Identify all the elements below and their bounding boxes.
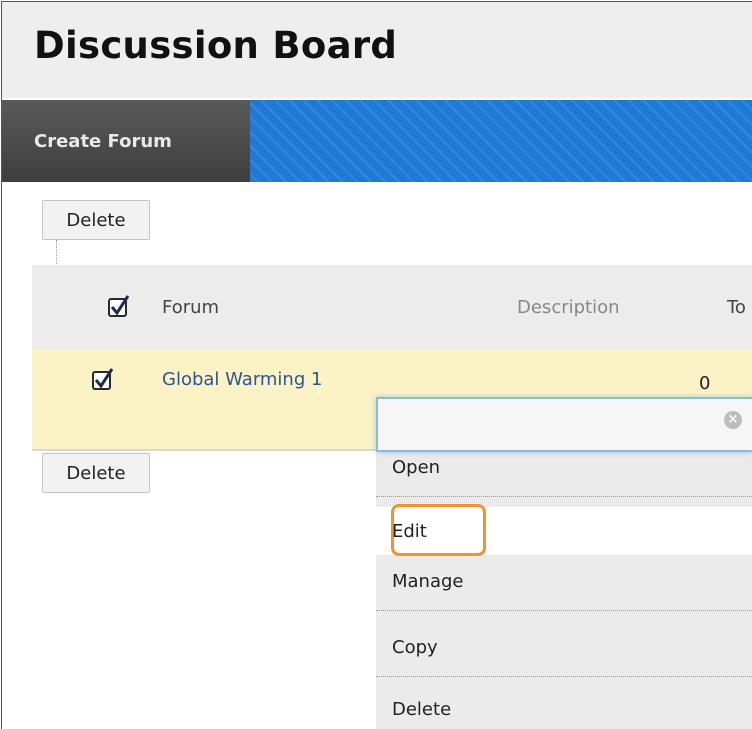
context-menu: × Open Edit Manage Copy Delete xyxy=(376,397,752,729)
checkmark-icon xyxy=(94,368,114,389)
menu-divider xyxy=(376,676,752,677)
close-icon[interactable]: × xyxy=(724,411,742,429)
select-all-checkbox[interactable] xyxy=(108,295,130,317)
menu-item-edit[interactable]: Edit xyxy=(376,521,752,542)
dotted-connector xyxy=(56,240,57,264)
column-header-description[interactable]: Description xyxy=(517,297,620,318)
context-menu-header: × xyxy=(376,397,752,452)
title-bar: Discussion Board xyxy=(2,2,752,98)
forum-link[interactable]: Global Warming 1 xyxy=(162,369,322,390)
action-bar: Create Forum xyxy=(2,100,752,182)
delete-button-bottom[interactable]: Delete xyxy=(42,453,150,493)
column-header-total[interactable]: To xyxy=(727,297,746,318)
menu-divider xyxy=(376,496,752,497)
table-header: Forum Description To xyxy=(32,265,752,349)
create-forum-button[interactable]: Create Forum xyxy=(2,100,250,182)
menu-divider xyxy=(376,610,752,611)
menu-item-open[interactable]: Open xyxy=(376,457,752,478)
discussion-board-frame: Discussion Board Create Forum Delete For… xyxy=(1,1,752,729)
column-header-forum[interactable]: Forum xyxy=(162,297,219,318)
row-total: 0 xyxy=(699,373,711,394)
row-checkbox[interactable] xyxy=(92,368,114,390)
menu-item-manage[interactable]: Manage xyxy=(376,571,752,592)
checkmark-icon xyxy=(110,295,130,316)
menu-item-delete[interactable]: Delete xyxy=(376,699,752,720)
page-title: Discussion Board xyxy=(34,24,398,67)
menu-item-copy[interactable]: Copy xyxy=(376,637,752,658)
delete-button-top[interactable]: Delete xyxy=(42,200,150,240)
